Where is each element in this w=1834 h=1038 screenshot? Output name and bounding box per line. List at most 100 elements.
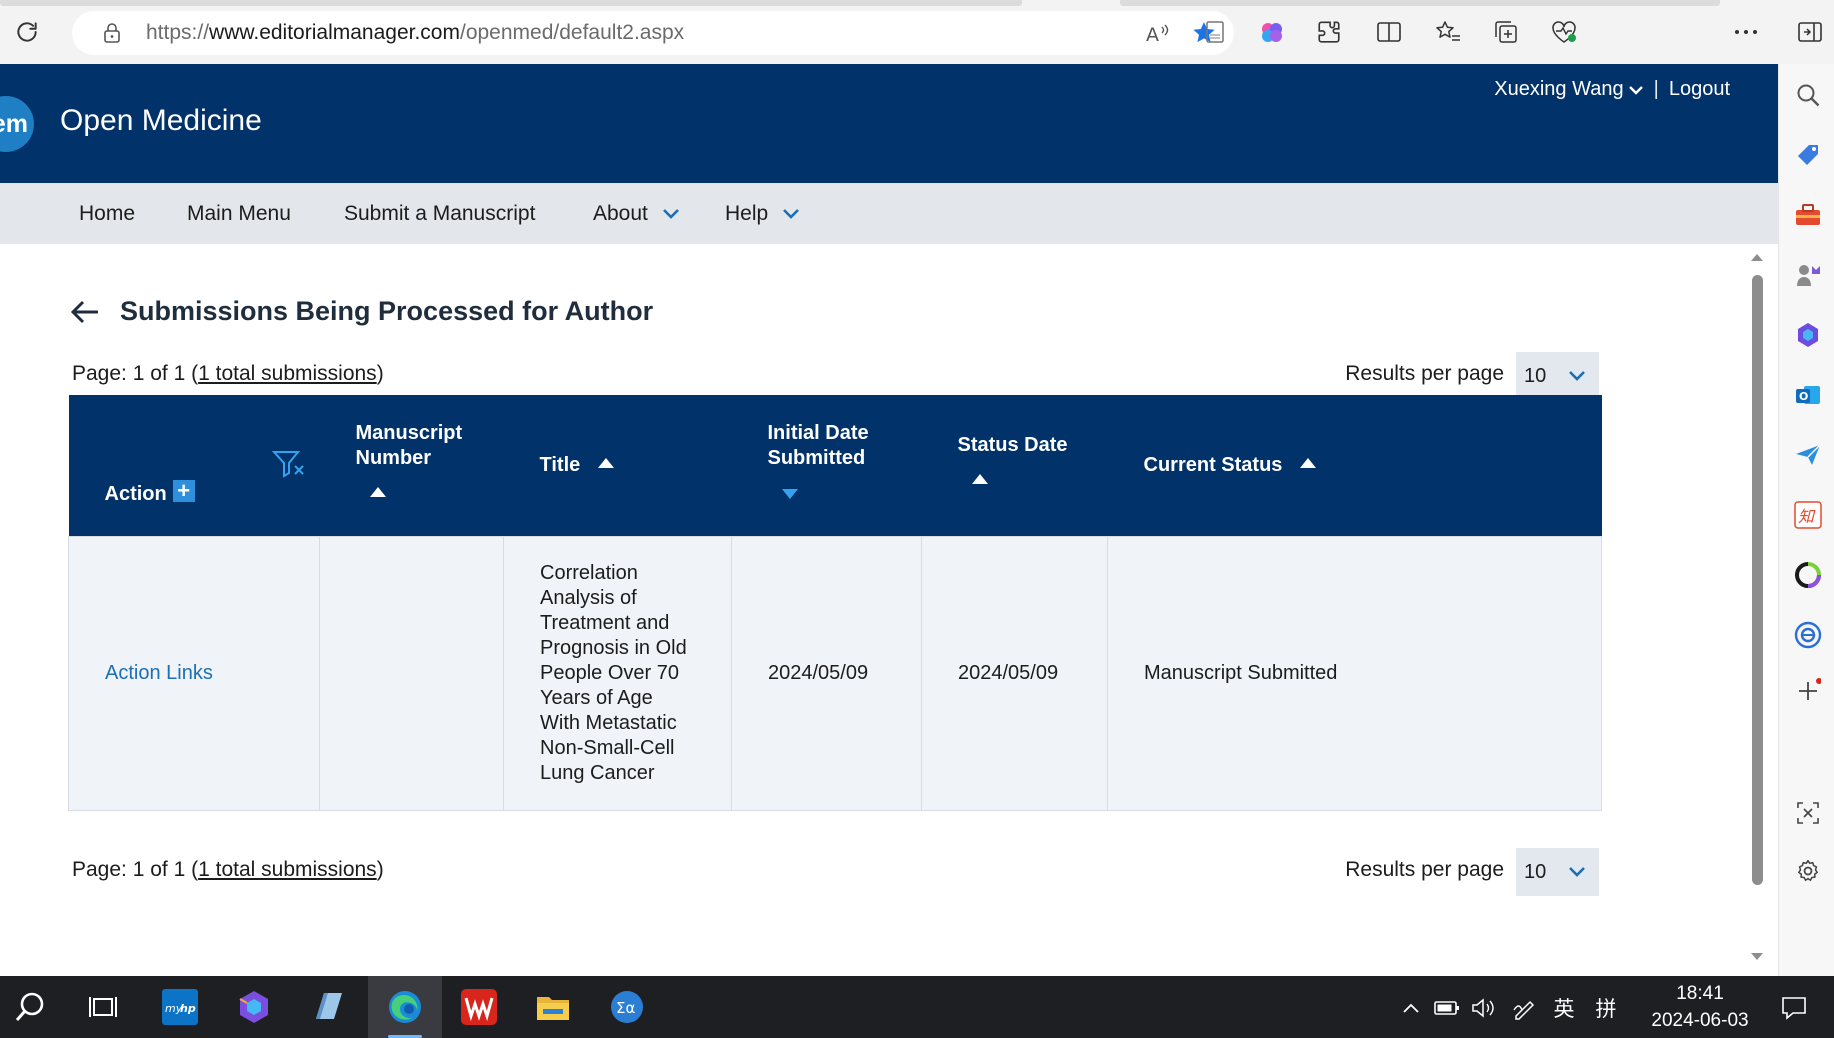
col-initial-date[interactable]: Initial Date Submitted — [731, 395, 922, 536]
sort-ascending-icon[interactable] — [971, 474, 988, 484]
scroll-up-icon[interactable] — [1750, 252, 1764, 262]
total-submissions-link[interactable]: 1 total submissions — [198, 858, 377, 881]
nav-help-label: Help — [725, 202, 769, 225]
main-nav: Home Main Menu Submit a Manuscript About… — [0, 183, 1778, 244]
table-row: Action Links Correlation Analysis of Tre… — [68, 535, 1602, 811]
site-logo[interactable]: em — [0, 96, 34, 152]
results-per-page-value: 10 — [1524, 860, 1547, 883]
notification-icon[interactable] — [1776, 994, 1812, 1022]
volume-icon[interactable] — [1468, 994, 1498, 1022]
address-bar[interactable]: https://www.editorialmanager.com/openmed… — [72, 11, 1234, 55]
wps-app-icon[interactable] — [456, 984, 502, 1030]
sort-ascending-icon[interactable] — [597, 457, 614, 468]
col-current-status[interactable]: Current Status — [1107, 395, 1602, 536]
add-icon[interactable] — [1793, 676, 1823, 706]
svg-text:hp: hp — [180, 1002, 196, 1015]
toolbox-icon[interactable] — [1793, 200, 1823, 230]
col-action: Action + — [68, 395, 320, 536]
taskbar-clock[interactable]: 18:41 2024-06-03 — [1640, 980, 1760, 1034]
extensions-icon[interactable] — [1311, 14, 1347, 50]
cell-status-date: 2024/05/09 — [921, 535, 1108, 811]
user-name[interactable]: Xuexing Wang — [1494, 78, 1623, 101]
sidebar-toggle-icon[interactable] — [1792, 14, 1828, 50]
header-separator: | — [1653, 78, 1659, 100]
zhihu-icon[interactable]: 知 — [1793, 500, 1823, 530]
nav-main-menu[interactable]: Main Menu — [187, 183, 291, 244]
page-scrollbar[interactable] — [1746, 250, 1768, 966]
notes-app-icon[interactable] — [305, 984, 351, 1030]
pen-icon[interactable] — [1510, 994, 1540, 1022]
split-screen-icon[interactable] — [1371, 14, 1407, 50]
copilot-icon[interactable] — [1793, 320, 1823, 350]
reading-view-icon[interactable] — [1197, 14, 1233, 50]
site-title[interactable]: Open Medicine — [60, 104, 262, 138]
action-links[interactable]: Action Links — [105, 662, 213, 684]
nav-home[interactable]: Home — [79, 183, 135, 244]
expand-plus-icon[interactable]: + — [172, 479, 195, 502]
col-title[interactable]: Title — [503, 395, 732, 536]
more-options-icon[interactable] — [1728, 14, 1764, 50]
outlook-icon[interactable]: O — [1793, 380, 1823, 410]
task-view-icon[interactable] — [80, 984, 126, 1030]
file-explorer-icon[interactable] — [530, 984, 576, 1030]
back-arrow-icon[interactable] — [70, 299, 100, 325]
browser-toolbar: https://www.editorialmanager.com/openmed… — [0, 0, 1834, 64]
results-per-page-select[interactable]: 10 — [1516, 848, 1599, 896]
col-current-status-label: Current Status — [1143, 453, 1283, 476]
brain-extension-icon[interactable] — [1254, 14, 1290, 50]
pager-bottom: Page: 1 of 1 (1 total submissions) Resul… — [72, 848, 1599, 896]
ime-language[interactable]: 英 — [1548, 994, 1580, 1022]
app-ring-icon[interactable] — [1793, 560, 1823, 590]
chevron-down-icon — [1569, 867, 1586, 877]
lock-icon[interactable] — [94, 15, 130, 51]
col-action-label: Action — [104, 482, 167, 505]
shopping-tag-icon[interactable] — [1793, 140, 1823, 170]
math-app-icon[interactable]: Σα — [604, 984, 650, 1030]
show-hidden-icons[interactable] — [1398, 994, 1424, 1022]
svg-text:A: A — [1146, 24, 1159, 45]
send-icon[interactable] — [1793, 440, 1823, 470]
scroll-thumb[interactable] — [1752, 275, 1763, 885]
screenshot-icon[interactable] — [1793, 798, 1823, 828]
sort-descending-icon[interactable] — [781, 489, 798, 499]
favorites-icon[interactable] — [1430, 14, 1466, 50]
myhp-app-icon[interactable]: my hp — [157, 984, 203, 1030]
logout-link[interactable]: Logout — [1669, 78, 1730, 101]
browser-essentials-icon[interactable] — [1546, 14, 1582, 50]
battery-icon[interactable] — [1432, 994, 1462, 1022]
refresh-icon[interactable] — [9, 14, 45, 50]
url-text[interactable]: https://www.editorialmanager.com/openmed… — [146, 11, 684, 55]
submissions-table: Action + Manuscript Number Title Initial … — [68, 395, 1602, 811]
nav-about[interactable]: About — [593, 183, 680, 244]
col-manuscript-label-2: Number — [355, 447, 432, 469]
col-status-date[interactable]: Status Date — [921, 395, 1108, 536]
settings-gear-icon[interactable] — [1793, 856, 1823, 886]
chevron-down-icon[interactable] — [1628, 84, 1644, 96]
col-manuscript-number[interactable]: Manuscript Number — [319, 395, 504, 536]
page-viewport: em Open Medicine Xuexing Wang | Logout H… — [0, 64, 1778, 976]
results-per-page-label: Results per page — [1345, 858, 1504, 881]
total-submissions-link[interactable]: 1 total submissions — [198, 362, 377, 385]
user-menu[interactable]: Xuexing Wang — [1494, 78, 1643, 101]
cell-manuscript-number — [319, 535, 504, 811]
col-manuscript-label-1: Manuscript — [355, 422, 463, 444]
copilot-app-icon[interactable] — [231, 984, 277, 1030]
results-per-page-select[interactable]: 10 — [1516, 352, 1599, 400]
nav-help[interactable]: Help — [725, 183, 800, 244]
search-icon[interactable] — [8, 984, 54, 1030]
sort-ascending-icon[interactable] — [369, 487, 386, 497]
scroll-down-icon[interactable] — [1750, 952, 1764, 962]
sort-ascending-icon[interactable] — [1299, 457, 1316, 468]
nav-about-label: About — [593, 202, 648, 225]
circle-app-icon[interactable] — [1793, 620, 1823, 650]
search-icon[interactable] — [1793, 80, 1823, 110]
col-initial-label-1: Initial Date — [767, 422, 869, 444]
clear-filter-icon[interactable] — [271, 449, 306, 479]
nav-submit-manuscript[interactable]: Submit a Manuscript — [344, 183, 535, 244]
edge-app-icon[interactable] — [368, 976, 442, 1038]
collections-icon[interactable] — [1488, 14, 1524, 50]
games-icon[interactable] — [1793, 260, 1823, 290]
ime-mode[interactable]: 拼 — [1590, 994, 1622, 1022]
col-initial-label-2: Submitted — [767, 447, 866, 469]
read-aloud-icon[interactable]: A — [1140, 15, 1176, 51]
